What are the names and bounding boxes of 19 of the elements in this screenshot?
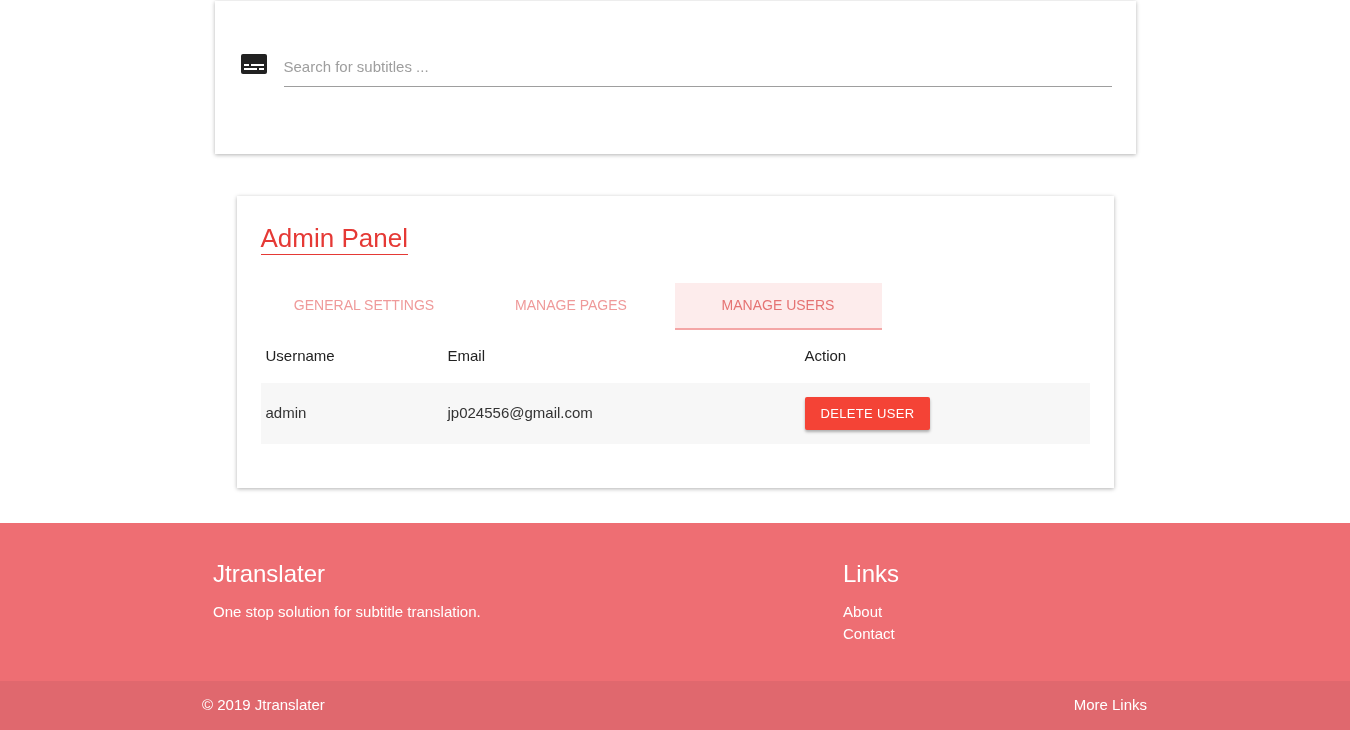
more-links-link[interactable]: More Links — [1073, 694, 1147, 717]
tab[interactable]: GENERAL SETTINGS — [260, 283, 468, 330]
column-header: Email — [447, 347, 485, 365]
links-heading: Links — [843, 559, 900, 589]
panel-title: Admin Panel — [260, 222, 408, 255]
footer-link[interactable]: Contact — [843, 623, 895, 645]
footer-link[interactable]: About — [843, 601, 883, 623]
column-header: Username — [265, 347, 335, 365]
delete-user-button[interactable]: DELETE USER — [804, 397, 931, 430]
footer-brand: Jtranslater — [213, 559, 327, 589]
email-cell: jp024556@gmail.com — [447, 404, 593, 422]
copyright-text: © 2019 Jtranslater — [202, 695, 325, 716]
subtitles-icon — [240, 54, 267, 74]
footer-tagline: One stop solution for subtitle translation. — [213, 602, 482, 622]
column-header: Action — [804, 347, 847, 365]
username-cell: admin — [265, 404, 307, 422]
tab[interactable]: MANAGE USERS — [674, 283, 882, 330]
search-field[interactable]: Search for subtitles ... — [283, 47, 1112, 87]
tab[interactable]: MANAGE PAGES — [467, 283, 675, 330]
